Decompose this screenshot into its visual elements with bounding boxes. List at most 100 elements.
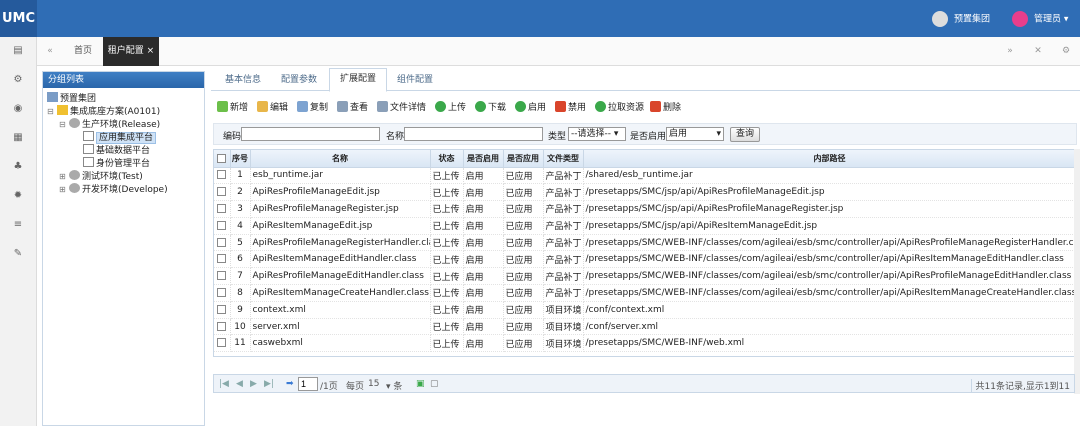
pull-resource-button[interactable]: 拉取资源 [595, 100, 644, 116]
code-input[interactable] [241, 127, 380, 141]
org-menu[interactable]: 预置集团 [932, 11, 990, 28]
row-checkbox[interactable] [214, 250, 231, 269]
tab-settings-icon[interactable]: ⚙ [1053, 37, 1079, 66]
table-row[interactable]: 3 ApiResProfileManageRegister.jsp 已上传 启用 已应用… [214, 200, 1074, 218]
row-index: 7 [230, 267, 251, 286]
expand-icon[interactable]: ⊞ [59, 183, 69, 196]
tab-extension-config[interactable]: 扩展配置 [329, 68, 388, 92]
next-page-icon[interactable]: ▶ [250, 379, 257, 389]
tree-node-solution[interactable]: ⊟ 集成底座方案(A0101) [47, 105, 160, 118]
row-checkbox[interactable] [214, 318, 231, 336]
row-checkbox[interactable] [214, 267, 231, 286]
tree-node-release[interactable]: ⊟ 生产环境(Release) [59, 118, 160, 131]
prev-page-icon[interactable]: ◀ [236, 379, 243, 389]
table-row[interactable]: 10 server.xml 已上传 启用 已应用 项目环境/conf/server.xml [214, 318, 1074, 336]
collapse-icon[interactable]: ⊟ [47, 105, 57, 118]
row-checkbox[interactable] [214, 200, 231, 218]
table-row[interactable]: 5 ApiResProfileManageRegisterHandler.clas… [214, 234, 1074, 252]
query-button[interactable]: 查询 [730, 127, 761, 142]
table-row[interactable]: 11 caswebxml 已上传 启用 已应用 项目环境/presetapps/SMC/W… [214, 334, 1074, 353]
row-checkbox[interactable] [214, 183, 231, 202]
disable-icon [555, 101, 566, 112]
tab-home[interactable]: 首页 [64, 37, 102, 66]
page-input[interactable] [298, 377, 318, 391]
go-page-icon[interactable]: ➡ [286, 379, 294, 389]
tab-basic-info[interactable]: 基本信息 [225, 72, 261, 85]
col-applied[interactable]: 是否应用 [503, 150, 544, 168]
row-status: 已上传 [430, 334, 464, 353]
panel-title: 分组列表 [43, 72, 204, 88]
enable-select[interactable]: 启用 ▾ [666, 127, 724, 141]
delete-button[interactable]: 删除 [650, 100, 681, 116]
tab-component-config[interactable]: 组件配置 [397, 72, 433, 85]
row-checkbox[interactable] [214, 334, 231, 353]
tree-node-identity[interactable]: 身份管理平台 [83, 157, 150, 170]
sitemap-icon[interactable]: ♣ [0, 161, 36, 172]
col-enabled[interactable]: 是否启用 [463, 150, 504, 168]
row-name: server.xml [250, 318, 431, 336]
disable-button[interactable]: 禁用 [555, 100, 586, 116]
row-path: /presetapps/SMC/jsp/api/ApiResProfileMan… [583, 200, 1074, 218]
file-detail-button[interactable]: 文件详情 [377, 100, 426, 116]
tab-tenant-config[interactable]: 租户配置 × [103, 37, 159, 66]
tree-node-base-data[interactable]: 基础数据平台 [83, 144, 150, 157]
eye-icon[interactable]: ◉ [0, 103, 36, 114]
first-page-icon[interactable]: |◀ [219, 379, 229, 389]
view-icon [337, 101, 348, 112]
wrench-icon[interactable]: ✎ [0, 248, 36, 259]
table-row[interactable]: 2 ApiResProfileManageEdit.jsp 已上传 启用 已应用 产品补丁… [214, 183, 1074, 202]
col-name[interactable]: 名称 [250, 150, 431, 168]
gear-icon[interactable]: ✹ [0, 190, 36, 201]
row-file-type: 产品补丁 [543, 250, 584, 269]
list-icon[interactable]: ≡ [0, 219, 36, 230]
row-checkbox[interactable] [214, 217, 231, 235]
tree-node-app-integration[interactable]: 应用集成平台 [83, 131, 157, 144]
row-checkbox[interactable] [214, 301, 231, 319]
table-row[interactable]: 1 esb_runtime.jar 已上传 启用 已应用 产品补丁/shared/esb_… [214, 167, 1074, 185]
col-inner-path[interactable]: 内部路径 [583, 150, 1074, 168]
view-button[interactable]: 查看 [337, 100, 368, 116]
select-all-checkbox[interactable] [214, 150, 231, 168]
col-status[interactable]: 状态 [430, 150, 464, 168]
settings-cog-icon[interactable]: ⚙ [0, 74, 36, 85]
table-row[interactable]: 6 ApiResItemManageEditHandler.class 已上传 启用已… [214, 250, 1074, 269]
row-checkbox[interactable] [214, 284, 231, 302]
row-checkbox[interactable] [214, 167, 231, 185]
page-icon [83, 131, 94, 141]
table-row[interactable]: 4 ApiResItemManageEdit.jsp 已上传 启用 已应用 产品补丁/pr… [214, 217, 1074, 235]
edit-button[interactable]: 编辑 [257, 100, 288, 116]
tree-node-preset-group[interactable]: 预置集团 [47, 92, 96, 105]
vertical-scrollbar[interactable] [1074, 149, 1080, 394]
export-icon[interactable]: ▣ [416, 379, 425, 389]
user-menu[interactable]: 管理员 ▾ [1012, 11, 1068, 28]
row-name: esb_runtime.jar [250, 167, 431, 185]
type-select[interactable]: --请选择-- ▾ [568, 127, 626, 141]
tree-node-develop[interactable]: ⊞ 开发环境(Develope) [59, 183, 168, 196]
add-button[interactable]: 新增 [217, 100, 248, 116]
tree-node-test[interactable]: ⊞ 测试环境(Test) [59, 170, 143, 183]
table-row[interactable]: 7 ApiResProfileManageEditHandler.class 已上传… [214, 267, 1074, 286]
refresh-icon[interactable]: ▢ [430, 379, 439, 389]
fullscreen-icon[interactable]: ✕ [1025, 37, 1051, 66]
per-page-select[interactable]: 15 [368, 379, 379, 389]
tabs-forward-icon[interactable]: » [997, 37, 1023, 66]
upload-button[interactable]: 上传 [435, 100, 466, 116]
group-list-panel: 分组列表 预置集团 ⊟ 集成底座方案(A0101) ⊟ 生产环境(Release) … [42, 71, 205, 426]
tabs-back-icon[interactable]: « [37, 37, 63, 66]
table-row[interactable]: 8 ApiResItemManageCreateHandler.class 已上传启… [214, 284, 1074, 302]
collapse-icon[interactable]: ⊟ [59, 118, 69, 131]
row-checkbox[interactable] [214, 234, 231, 252]
tab-config-params[interactable]: 配置参数 [281, 72, 317, 85]
expand-icon[interactable]: ⊞ [59, 170, 69, 183]
row-enabled: 启用 [463, 234, 504, 252]
table-icon[interactable]: ▦ [0, 132, 36, 143]
enable-button[interactable]: 启用 [515, 100, 546, 116]
row-enabled: 启用 [463, 183, 504, 202]
name-input[interactable] [404, 127, 543, 141]
download-button[interactable]: 下载 [475, 100, 506, 116]
copy-button[interactable]: 复制 [297, 100, 328, 116]
dashboard-icon[interactable]: ▤ [0, 45, 36, 56]
last-page-icon[interactable]: ▶| [264, 379, 274, 389]
table-row[interactable]: 9 context.xml 已上传 启用 已应用 项目环境/conf/context.xm… [214, 301, 1074, 319]
col-file-type[interactable]: 文件类型 [543, 150, 584, 168]
